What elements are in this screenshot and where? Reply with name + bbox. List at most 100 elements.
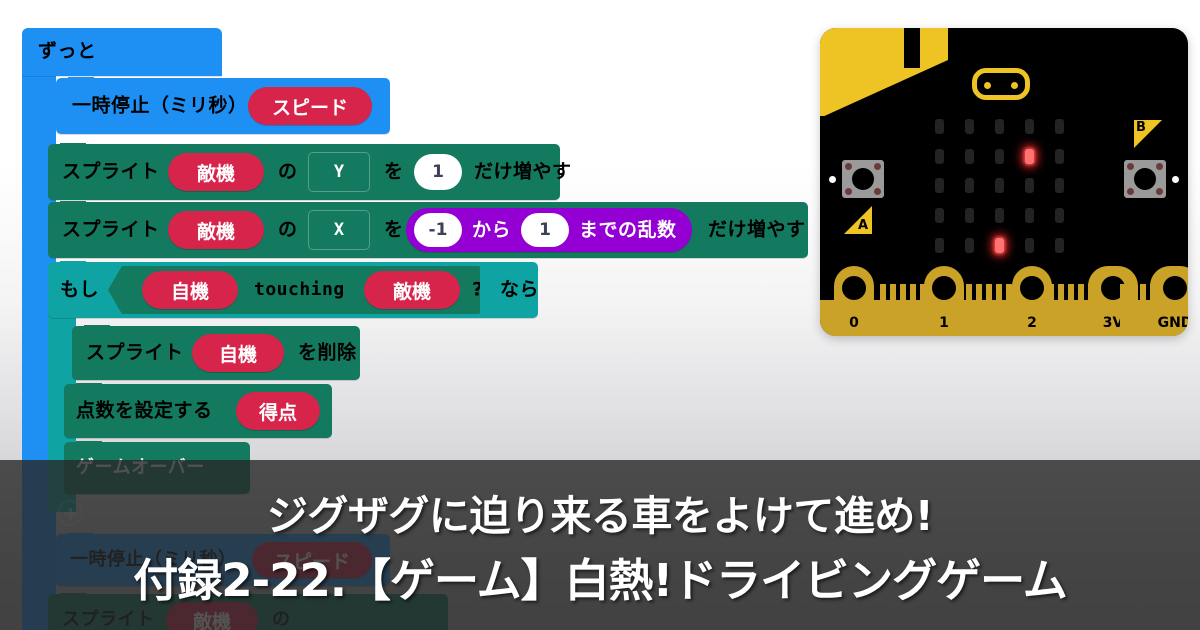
touching-condition-block[interactable]: 自機 touching 敵機 ? <box>108 266 480 314</box>
led-3-2 <box>994 208 1004 224</box>
led-2-1 <box>964 178 974 194</box>
touching-sprite-a[interactable]: 自機 <box>142 271 238 309</box>
pin-label: GND <box>1157 315 1188 331</box>
change-y-sprite-variable[interactable]: 敵機 <box>168 153 264 191</box>
led-matrix[interactable] <box>924 112 1074 260</box>
set-score-label: 点数を設定する <box>76 399 213 422</box>
hex-cap <box>479 266 480 314</box>
button-a-letter: A <box>857 218 868 233</box>
edge-dot-right <box>1172 176 1179 183</box>
led-3-1 <box>964 208 974 224</box>
led-0-0 <box>934 119 944 135</box>
small-pin <box>920 284 926 336</box>
led-3-3 <box>1024 208 1034 224</box>
pin-hole <box>932 276 956 300</box>
change-x-property-field[interactable]: X <box>308 210 370 250</box>
microbit-pin-0[interactable]: 0 <box>834 266 874 336</box>
microbit-small-pins <box>1048 284 1094 336</box>
edge-dot-left <box>829 176 836 183</box>
microbit-simulator[interactable]: A B 0 1 2 3V GND <box>820 28 1188 336</box>
button-b-flag: B <box>1134 120 1162 148</box>
led-0-1 <box>964 119 974 135</box>
microbit-small-pins <box>966 284 1012 336</box>
led-1-3 <box>1024 148 1034 164</box>
caption-overlay: ジグザグに迫り来る車をよけて進め! 付録2-22.【ゲーム】白熱!ドライビングゲ… <box>0 460 1200 630</box>
if-block-label: もし <box>60 278 100 301</box>
led-3-4 <box>1054 208 1064 224</box>
led-1-2 <box>994 148 1004 164</box>
touching-keyword-label: touching <box>254 279 345 300</box>
microbit-button-b[interactable] <box>1124 160 1166 198</box>
small-pin <box>1078 284 1084 336</box>
small-pin <box>1120 284 1126 336</box>
screenshot-canvas: ずっと 一時停止（ミリ秒） スピード スプライト 敵機 の Y を 1 だけ増や… <box>0 0 1200 630</box>
solder-pad <box>874 163 881 170</box>
pin-label: 2 <box>1027 315 1037 331</box>
pin-label: 0 <box>849 315 859 331</box>
small-pin <box>1058 284 1064 336</box>
change-x-label-wo: を <box>384 218 404 241</box>
random-label-kara: から <box>472 218 512 241</box>
small-pin <box>976 284 982 336</box>
change-y-property-field[interactable]: Y <box>308 152 370 192</box>
delete-sprite-variable[interactable]: 自機 <box>192 334 284 372</box>
random-min-input[interactable]: -1 <box>414 213 462 247</box>
small-pin <box>986 284 992 336</box>
microbit-small-pins <box>1120 284 1156 336</box>
microbit-button-a[interactable] <box>842 160 884 198</box>
led-4-0 <box>934 237 944 253</box>
led-1-1 <box>964 148 974 164</box>
led-4-3 <box>1024 237 1034 253</box>
pin-hole <box>1163 276 1187 300</box>
solder-pad <box>1127 188 1134 195</box>
solder-pad <box>1156 163 1163 170</box>
microbit-pin-1[interactable]: 1 <box>924 266 964 336</box>
solder-pad <box>1127 163 1134 170</box>
pause-speed-variable[interactable]: スピード <box>248 87 372 125</box>
microbit-edge-connector: 0 1 2 3V GND <box>820 266 1188 336</box>
small-pin <box>880 284 886 336</box>
change-y-label-no: の <box>278 160 298 183</box>
led-1-0 <box>934 148 944 164</box>
set-score-variable[interactable]: 得点 <box>236 392 320 430</box>
small-pin <box>996 284 1002 336</box>
delete-sprite-block[interactable]: スプライト 自機 を削除 <box>72 325 360 380</box>
change-sprite-y-block[interactable]: スプライト 敵機 の Y を 1 だけ増やす <box>48 143 571 200</box>
change-x-label-no: の <box>278 218 298 241</box>
button-b-letter: B <box>1136 120 1146 135</box>
led-2-0 <box>934 178 944 194</box>
small-pin <box>1150 284 1156 336</box>
microbit-small-pins <box>880 284 926 336</box>
change-y-amount-input[interactable]: 1 <box>414 154 462 190</box>
small-pin <box>1140 284 1146 336</box>
led-1-4 <box>1054 148 1064 164</box>
delete-sprite-label-2: を削除 <box>298 341 357 364</box>
led-4-2 <box>994 237 1004 253</box>
solder-pad <box>874 188 881 195</box>
change-sprite-x-block[interactable]: スプライト 敵機 の X を -1 から 1 までの乱数 だけ増やす <box>48 201 808 258</box>
led-0-4 <box>1054 119 1064 135</box>
led-2-4 <box>1054 178 1064 194</box>
if-block-header[interactable]: もし 自機 touching 敵機 ? なら <box>48 261 540 318</box>
led-4-4 <box>1054 237 1064 253</box>
touching-sprite-b[interactable]: 敵機 <box>364 271 460 309</box>
if-block-then-label: なら <box>500 278 540 301</box>
small-pin <box>1048 284 1054 336</box>
set-score-block[interactable]: 点数を設定する 得点 <box>64 383 332 438</box>
led-3-0 <box>934 208 944 224</box>
small-pin <box>966 284 972 336</box>
small-pin <box>1088 284 1094 336</box>
forever-block-header[interactable]: ずっと <box>22 28 222 76</box>
microbit-pin-2[interactable]: 2 <box>1012 266 1052 336</box>
change-x-sprite-variable[interactable]: 敵機 <box>168 211 264 249</box>
random-range-reporter[interactable]: -1 から 1 までの乱数 <box>406 208 692 252</box>
pause-block[interactable]: 一時停止（ミリ秒） スピード <box>56 77 390 134</box>
caption-line-2: 付録2-22.【ゲーム】白熱!ドライビングゲーム <box>133 553 1068 607</box>
random-max-input[interactable]: 1 <box>521 213 570 247</box>
delete-sprite-label-1: スプライト <box>86 341 184 364</box>
led-2-2 <box>994 178 1004 194</box>
touching-question-mark: ? <box>472 278 484 301</box>
small-pin <box>890 284 896 336</box>
forever-block-label: ずっと <box>38 40 97 62</box>
button-a-flag: A <box>844 206 872 234</box>
